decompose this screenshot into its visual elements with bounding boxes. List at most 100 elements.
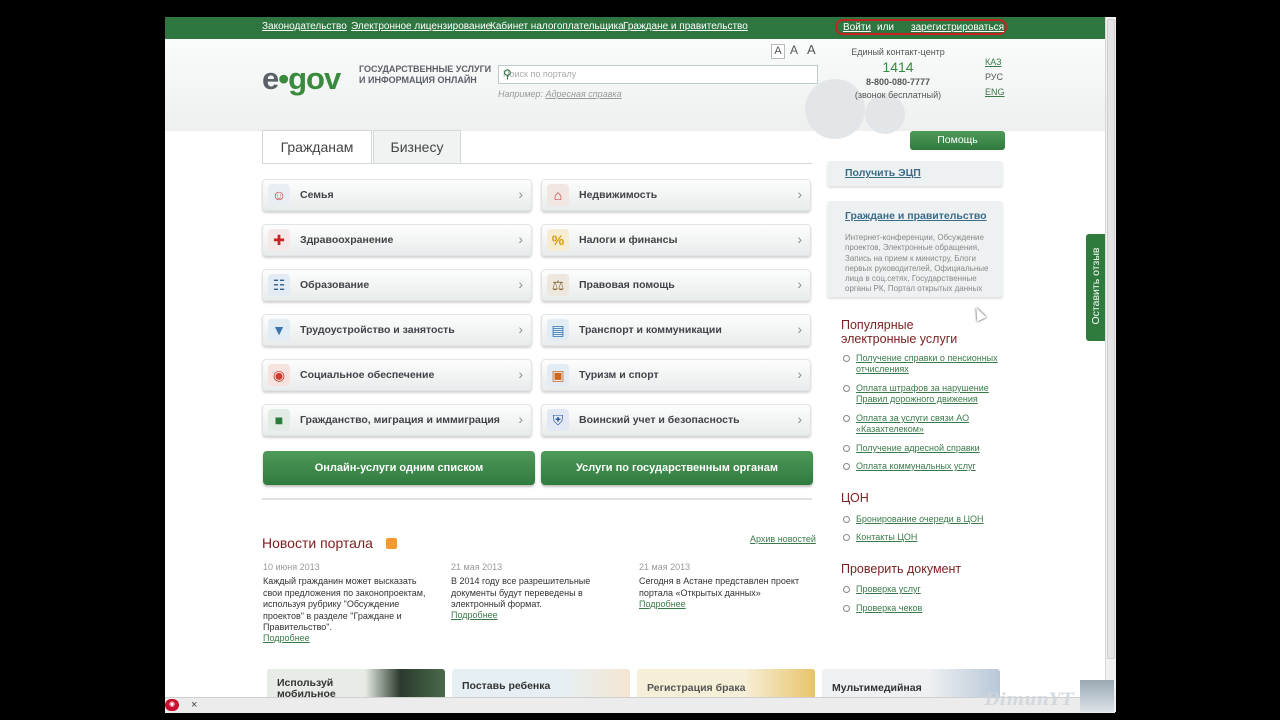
lang-eng[interactable]: ENG	[985, 87, 1005, 97]
auth-highlight: Войти или зарегистрироваться	[835, 19, 1007, 35]
register-link[interactable]: зарегистрироваться	[911, 22, 1004, 33]
category-label: Трудоустройство и занятость	[300, 324, 455, 336]
contact-number: 1414	[882, 59, 914, 75]
scrollbar-thumb[interactable]	[1107, 19, 1115, 659]
chevron-right-icon: ›	[518, 321, 523, 337]
citizens-government-link[interactable]: Граждане и правительство	[845, 210, 987, 222]
banner-label: Регистрация брака	[647, 682, 746, 694]
news-archive-link[interactable]: Архив новостей	[750, 534, 816, 544]
slogan-line: ГОСУДАРСТВЕННЫЕ УСЛУГИ	[359, 64, 492, 74]
category-taxes[interactable]: % Налоги и финансы ›	[541, 224, 811, 256]
get-ecp-box: Получить ЭЦП	[827, 161, 1003, 186]
tab-citizens[interactable]: Гражданам	[262, 130, 372, 164]
category-label: Транспорт и коммуникации	[579, 324, 722, 336]
category-label: Туризм и спорт	[579, 369, 659, 381]
bullet-icon	[843, 415, 850, 422]
login-link[interactable]: Войти	[843, 22, 871, 33]
rss-icon[interactable]	[386, 538, 397, 549]
news-text: Сегодня в Астане представлен проект порта…	[639, 576, 800, 598]
chevron-right-icon: ›	[518, 411, 523, 427]
nav-link-legislation[interactable]: Законодательство	[262, 21, 347, 32]
con-link[interactable]: Контакты ЦОН	[856, 532, 1006, 543]
category-transport[interactable]: ▤ Транспорт и коммуникации ›	[541, 314, 811, 346]
category-social-security[interactable]: ◉ Социальное обеспечение ›	[262, 359, 532, 391]
category-real-estate[interactable]: ⌂ Недвижимость ›	[541, 179, 811, 211]
con-link[interactable]: Бронирование очереди в ЦОН	[856, 514, 1006, 525]
house-icon: ⌂	[547, 184, 569, 206]
tie-icon: ▼	[268, 319, 290, 341]
popular-service-link[interactable]: Получение справки о пенсионных отчисления…	[856, 353, 1006, 375]
first-aid-icon: ✚	[268, 229, 290, 251]
nav-link-taxpayer-cabinet[interactable]: Кабинет налогоплательщика	[490, 21, 624, 32]
shield-icon: ⛨	[547, 409, 569, 431]
bullet-icon	[843, 445, 850, 452]
contact-phone: 8-800-080-7777	[865, 77, 931, 87]
con-heading: ЦОН	[841, 491, 869, 505]
bullet-icon	[843, 355, 850, 362]
news-text: В 2014 году все разрешительные документы …	[451, 576, 591, 609]
category-education[interactable]: ☷ Образование ›	[262, 269, 532, 301]
scales-icon: ⚖	[547, 274, 569, 296]
banner-label: Поставь ребенка	[462, 680, 551, 692]
font-size-medium-button[interactable]: A	[790, 43, 798, 57]
search-icon[interactable]: ⚲	[503, 67, 813, 81]
news-more-link[interactable]: Подробнее	[263, 633, 310, 643]
tab-business[interactable]: Бизнесу	[373, 130, 461, 163]
site-header: e•gov ГОСУДАРСТВЕННЫЕ УСЛУГИ И ИНФОРМАЦИ…	[165, 39, 1105, 139]
category-label: Социальное обеспечение	[300, 369, 435, 381]
get-ecp-link[interactable]: Получить ЭЦП	[845, 167, 921, 179]
category-label: Образование	[300, 279, 370, 291]
bullet-icon	[843, 534, 850, 541]
popular-services-heading: Популярные электронные услуги	[841, 318, 958, 346]
book-icon: ☷	[268, 274, 290, 296]
example-link[interactable]: Адресная справка	[546, 89, 622, 99]
decorative-circle	[865, 94, 905, 134]
check-receipts-link[interactable]: Проверка чеков	[856, 603, 1006, 614]
category-employment[interactable]: ▼ Трудоустройство и занятость ›	[262, 314, 532, 346]
feedback-label: Оставить отзыв	[1090, 247, 1102, 325]
search-input[interactable]: Поиск по порталу ⚲	[498, 65, 818, 84]
online-services-list-button[interactable]: Онлайн-услуги одним списком	[263, 451, 535, 485]
section-divider	[262, 498, 812, 500]
close-icon[interactable]: ×	[191, 698, 197, 712]
category-healthcare[interactable]: ✚ Здравоохранение ›	[262, 224, 532, 256]
news-date: 21 мая 2013	[639, 562, 691, 572]
truck-icon: ▤	[547, 319, 569, 341]
category-family[interactable]: ☺ Семья ›	[262, 179, 532, 211]
browser-page: Законодательство Электронное лицензирова…	[165, 17, 1105, 712]
lang-rus[interactable]: РУС	[985, 72, 1003, 82]
news-more-link[interactable]: Подробнее	[451, 610, 498, 620]
pdf-addon-icon[interactable]: ◉	[165, 699, 179, 711]
category-label: Воинский учет и безопасность	[579, 414, 740, 426]
news-more-link[interactable]: Подробнее	[639, 599, 686, 609]
slogan-line: И ИНФОРМАЦИЯ ОНЛАЙН	[359, 75, 477, 85]
font-size-small-button[interactable]: A	[771, 44, 785, 59]
nav-link-citizens-government[interactable]: Граждане и правительство	[623, 21, 748, 32]
chevron-right-icon: ›	[797, 186, 802, 202]
news-date: 21 мая 2013	[451, 562, 503, 572]
popular-service-link[interactable]: Оплата за услуги связи АО «Казахтелеком»	[856, 413, 1006, 435]
category-military-security[interactable]: ⛨ Воинский учет и безопасность ›	[541, 404, 811, 436]
category-label: Правовая помощь	[579, 279, 675, 291]
contact-title: Единый контакт-центр	[851, 47, 945, 57]
services-by-agency-button[interactable]: Услуги по государственным органам	[541, 451, 813, 485]
percent-icon: %	[547, 229, 569, 251]
egov-logo[interactable]: e•gov	[262, 61, 341, 97]
chevron-right-icon: ›	[797, 231, 802, 247]
popular-service-link[interactable]: Оплата штрафов за нарушение Правил дорожн…	[856, 383, 1006, 405]
help-button[interactable]: Помощь	[910, 131, 1005, 150]
font-size-large-button[interactable]: A	[807, 42, 816, 57]
news-title: Новости портала	[262, 535, 373, 551]
check-services-link[interactable]: Проверка услуг	[856, 584, 1006, 595]
popular-service-link[interactable]: Оплата коммунальных услуг	[856, 461, 1006, 472]
category-tourism-sport[interactable]: ▣ Туризм и спорт ›	[541, 359, 811, 391]
category-citizenship-migration[interactable]: ■ Гражданство, миграция и иммиграция ›	[262, 404, 532, 436]
popular-service-link[interactable]: Получение адресной справки	[856, 443, 1006, 454]
vertical-scrollbar[interactable]	[1105, 17, 1116, 712]
nav-link-e-licensing[interactable]: Электронное лицензирование	[351, 21, 491, 32]
search-example: Например: Адресная справка	[498, 89, 622, 99]
category-label: Налоги и финансы	[579, 234, 678, 246]
lang-kaz[interactable]: КАЗ	[985, 57, 1002, 67]
feedback-tab[interactable]: Оставить отзыв	[1086, 234, 1105, 341]
category-legal-aid[interactable]: ⚖ Правовая помощь ›	[541, 269, 811, 301]
